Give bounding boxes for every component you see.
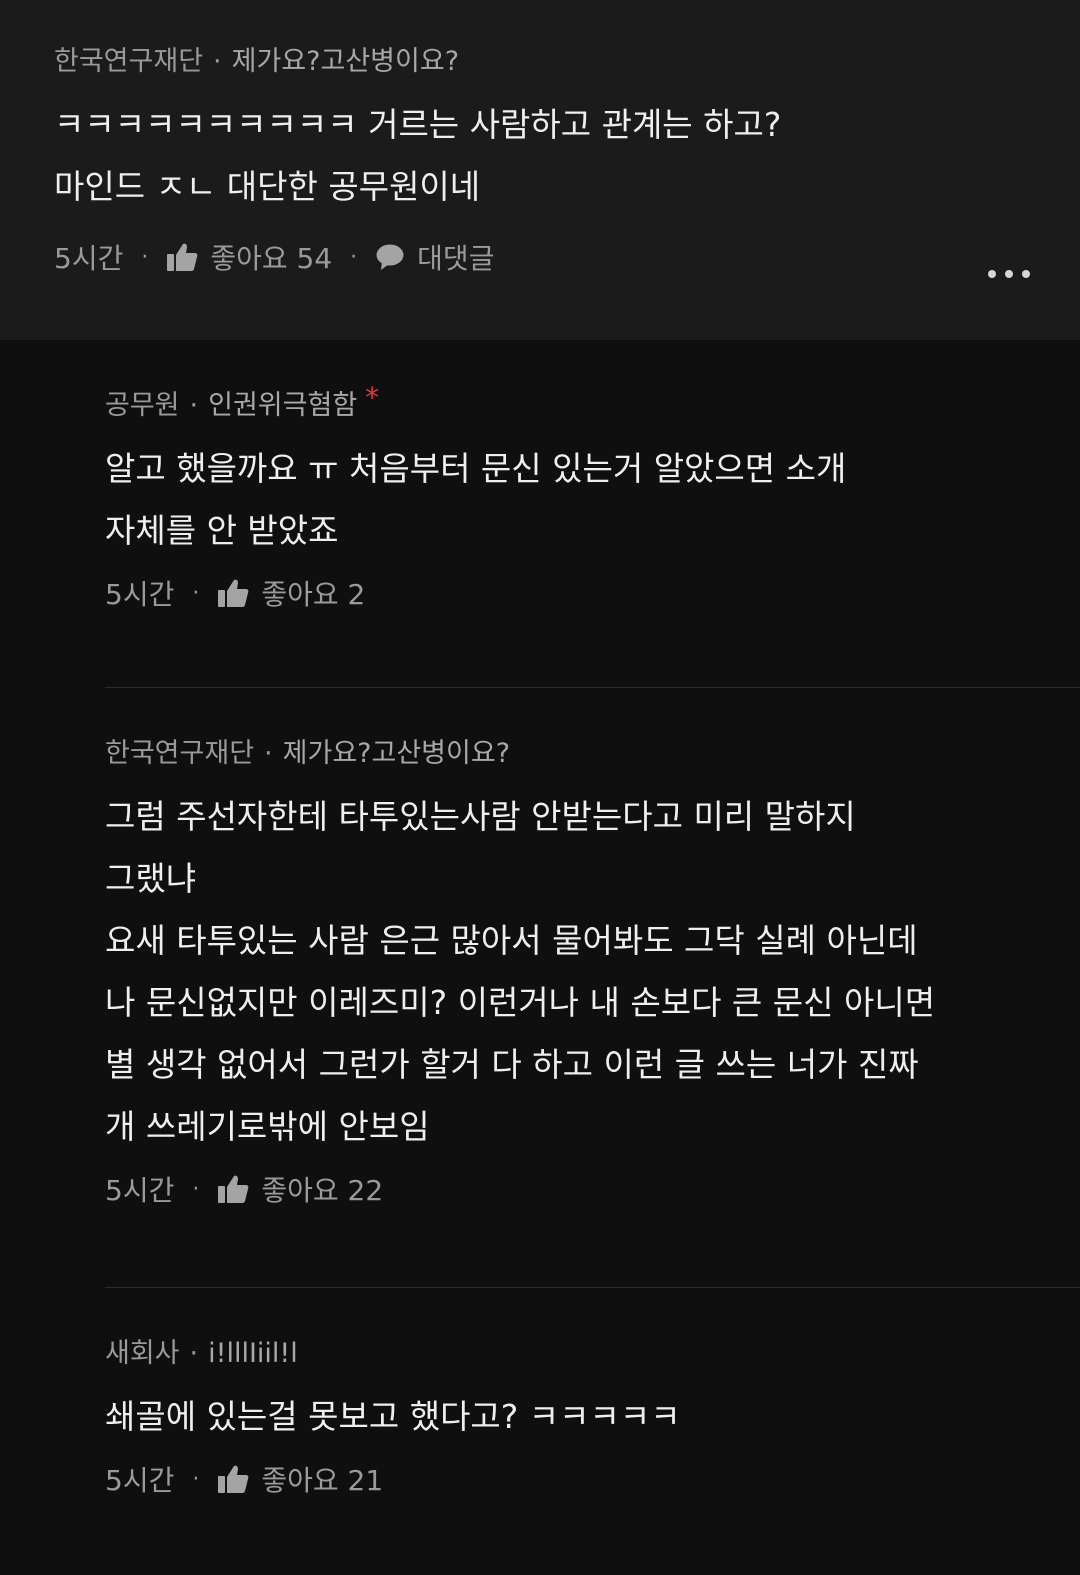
meta-separator: · xyxy=(189,1338,199,1369)
like-count: 54 xyxy=(296,242,333,275)
like-button[interactable]: 좋아요 21 xyxy=(261,1459,383,1499)
comment-actions: 5시간 · 좋아요 2 xyxy=(105,568,1080,618)
reply-item: 공무원 · 인권위극혐함 * 알고 했을까요 ㅠ 처음부터 문신 있는거 알았으… xyxy=(105,340,1080,687)
thumbs-up-icon[interactable] xyxy=(217,578,249,608)
author-nickname[interactable]: i!lllIiil!l xyxy=(208,1332,298,1376)
author-nickname[interactable]: 제가요?고산병이요? xyxy=(232,40,459,84)
comment-meta: 한국연구재단 · 제가요?고산병이요? xyxy=(54,40,1026,84)
comment-meta: 새회사 · i!lllIiil!l xyxy=(105,1332,1080,1376)
like-button[interactable]: 좋아요 2 xyxy=(261,573,365,613)
author-company: 한국연구재단 xyxy=(54,46,204,77)
author-mark: * xyxy=(365,381,380,414)
like-button[interactable]: 좋아요 22 xyxy=(261,1169,383,1209)
like-label: 좋아요 xyxy=(261,1464,339,1497)
author-nickname[interactable]: 인권위극혐함 xyxy=(208,384,357,428)
comment-actions: 5시간 · 좋아요 22 xyxy=(105,1164,1080,1214)
comment-actions: 5시간 · 좋아요 21 xyxy=(105,1454,1080,1504)
like-count: 2 xyxy=(347,578,366,611)
like-label: 좋아요 xyxy=(261,1174,339,1207)
reply-list: 공무원 · 인권위극혐함 * 알고 했을까요 ㅠ 처음부터 문신 있는거 알았으… xyxy=(0,340,1080,1568)
author-company: 새회사 xyxy=(105,1338,180,1369)
meta-separator: · xyxy=(189,390,199,421)
speech-bubble-icon[interactable] xyxy=(375,243,405,271)
more-dots-icon[interactable] xyxy=(988,262,1030,286)
like-label: 좋아요 xyxy=(210,242,288,275)
comment-text: ㅋㅋㅋㅋㅋㅋㅋㅋㅋㅋ 거르는 사람하고 관계는 하고? 마인드 ㅈㄴ 대단한 공… xyxy=(54,105,782,206)
comment-meta: 공무원 · 인권위극혐함 * xyxy=(105,381,1080,428)
like-count: 22 xyxy=(347,1174,384,1207)
top-comment: 한국연구재단 · 제가요?고산병이요? ㅋㅋㅋㅋㅋㅋㅋㅋㅋㅋ 거르는 사람하고 … xyxy=(0,0,1080,340)
action-separator: · xyxy=(141,244,149,270)
author-company: 공무원 xyxy=(105,390,180,421)
action-separator: · xyxy=(192,1466,200,1492)
like-label: 좋아요 xyxy=(261,578,339,611)
comment-text: 알고 했을까요 ㅠ 처음부터 문신 있는거 알았으면 소개 자체를 안 받았죠 xyxy=(105,449,847,550)
author-company: 한국연구재단 xyxy=(105,738,255,769)
comment-text: 쇄골에 있는걸 못보고 했다고? ㅋㅋㅋㅋㅋ xyxy=(105,1397,681,1436)
thumbs-up-icon[interactable] xyxy=(217,1174,249,1204)
comment-time: 5시간 xyxy=(54,242,124,275)
comment-text: 그럼 주선자한테 타투있는사람 안받는다고 미리 말하지 그랬냐 요새 타투있는… xyxy=(105,797,936,1146)
like-button[interactable]: 좋아요 54 xyxy=(210,237,332,277)
thumbs-up-icon[interactable] xyxy=(166,242,198,272)
comment-actions: 5시간 · 좋아요 54 · 대댓글 xyxy=(54,232,1026,282)
action-separator: · xyxy=(192,580,200,606)
reply-button[interactable]: 대댓글 xyxy=(417,237,494,277)
comment-meta: 한국연구재단 · 제가요?고산병이요? xyxy=(105,732,1080,776)
meta-separator: · xyxy=(213,46,222,77)
comment-time: 5시간 xyxy=(105,578,175,611)
comment-time: 5시간 xyxy=(105,1464,175,1497)
reply-item: 한국연구재단 · 제가요?고산병이요? 그럼 주선자한테 타투있는사람 안받는다… xyxy=(105,688,1080,1287)
like-count: 21 xyxy=(347,1464,384,1497)
meta-separator: · xyxy=(264,738,273,769)
reply-item: 새회사 · i!lllIiil!l 쇄골에 있는걸 못보고 했다고? ㅋㅋㅋㅋㅋ… xyxy=(105,1288,1080,1568)
thumbs-up-icon[interactable] xyxy=(217,1464,249,1494)
comment-time: 5시간 xyxy=(105,1174,175,1207)
author-nickname[interactable]: 제가요?고산병이요? xyxy=(283,732,510,776)
action-separator: · xyxy=(350,244,358,270)
action-separator: · xyxy=(192,1176,200,1202)
